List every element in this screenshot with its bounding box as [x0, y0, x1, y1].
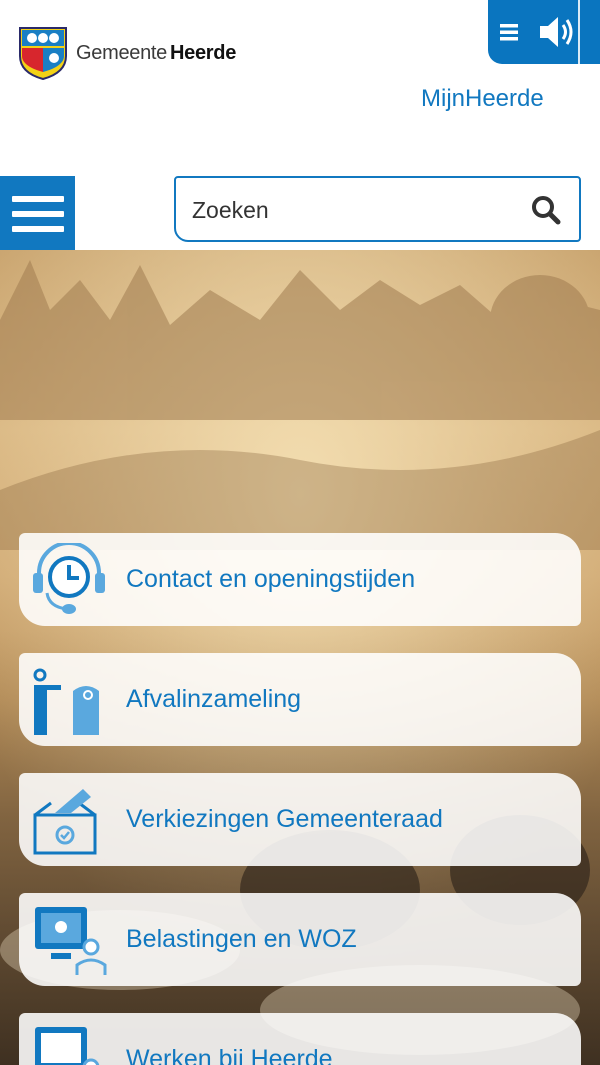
tile-werken[interactable]: Werken bij Heerde [19, 1013, 581, 1065]
coat-of-arms-icon [19, 27, 67, 80]
tile-belastingen[interactable]: Belastingen en WOZ [19, 893, 581, 986]
ballot-box-icon [33, 789, 97, 855]
speaker-icon[interactable] [538, 15, 574, 49]
tile-label: Belastingen en WOZ [126, 925, 357, 953]
site-logo[interactable]: Gemeente Heerde [18, 26, 236, 80]
search-icon[interactable] [531, 195, 561, 225]
main-menu-button[interactable] [0, 176, 75, 251]
hero-background: Contact en openingstijden Afvalinzamelin… [0, 250, 600, 1065]
monitor-person-icon [35, 1027, 100, 1065]
logo-prefix: Gemeente [76, 41, 167, 64]
logo-name: Heerde [170, 41, 237, 64]
search-box [174, 176, 581, 242]
site-header: Gemeente Heerde MijnHeerde [0, 0, 600, 251]
tile-label: Contact en openingstijden [126, 565, 416, 593]
headset-clock-icon [33, 543, 105, 614]
menu-lines-icon[interactable] [498, 22, 520, 42]
mijnheerde-link[interactable]: MijnHeerde [421, 85, 544, 113]
tile-label: Werken bij Heerde [126, 1045, 333, 1065]
tile-afval[interactable]: Afvalinzameling [19, 653, 581, 746]
tile-label: Afvalinzameling [126, 685, 302, 713]
toolbar-divider [578, 0, 580, 64]
monitor-person-icon [35, 907, 107, 975]
hamburger-bar [11, 210, 64, 217]
person-bin-icon [33, 668, 99, 735]
search-input[interactable] [190, 190, 514, 230]
tile-label: Verkiezingen Gemeenteraad [126, 805, 443, 833]
hamburger-bar [11, 195, 64, 202]
readspeaker-toolbar [488, 0, 600, 64]
tile-contact[interactable]: Contact en openingstijden [19, 533, 581, 626]
tile-verkiezingen[interactable]: Verkiezingen Gemeenteraad [19, 773, 581, 866]
hamburger-bar [11, 225, 64, 232]
